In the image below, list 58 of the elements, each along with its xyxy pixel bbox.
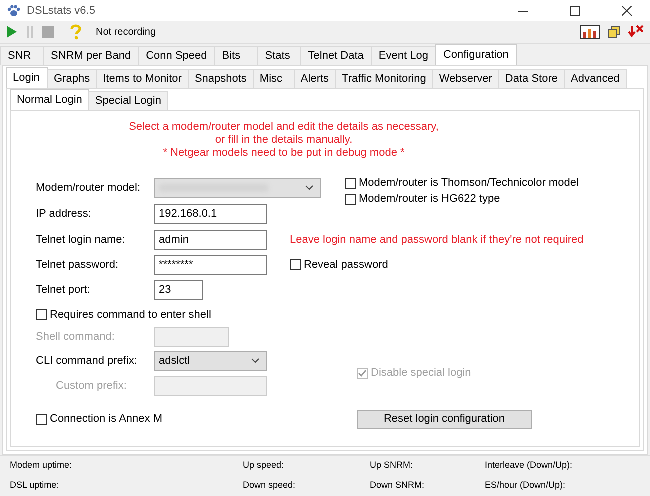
maximize-icon[interactable]	[570, 6, 580, 16]
tab[interactable]: Misc	[252, 69, 295, 88]
close-icon[interactable]	[622, 6, 632, 16]
exit-icon[interactable]	[628, 25, 644, 39]
status-label: Up SNRM:	[370, 460, 414, 472]
instruction-text: or fill in the details manually.	[215, 134, 353, 147]
paw-icon	[7, 4, 21, 16]
tab[interactable]: Configuration	[435, 44, 517, 65]
tab[interactable]: Data Store	[498, 69, 565, 88]
tab[interactable]: Snapshots	[188, 69, 254, 88]
tab[interactable]: Advanced	[564, 69, 627, 88]
chart-icon[interactable]	[580, 25, 600, 39]
field-label: Telnet port:	[36, 284, 92, 296]
model-dropdown[interactable]	[154, 178, 321, 198]
field-label: CLI command prefix:	[36, 354, 138, 366]
status-label: Up speed:	[243, 460, 286, 472]
tab[interactable]: Items to Monitor	[96, 69, 189, 88]
field-label: IP address:	[36, 208, 92, 220]
tab[interactable]: Special Login	[88, 91, 168, 110]
reset-button[interactable]: Reset login configuration	[357, 410, 532, 428]
checkbox[interactable]: Connection is Annex M	[36, 413, 285, 425]
status-label: Modem uptime:	[10, 460, 74, 472]
status-label: Interleave (Down/Up):	[485, 460, 574, 472]
prefix-dropdown[interactable]: adslctl	[154, 350, 267, 370]
instruction-text: * Netgear models need to be put in debug mode *	[163, 147, 405, 160]
field-label: Modem/router model:	[36, 182, 142, 194]
tab[interactable]: SNR	[0, 46, 44, 65]
instruction-text: Select a modem/router model and edit the details as necessary,	[129, 121, 439, 134]
window-title: DSLstats v6.5	[27, 4, 96, 16]
field-label: Telnet login name:	[36, 234, 126, 246]
status-label: ES/hour (Down/Up):	[485, 480, 567, 492]
tab[interactable]: Webserver	[432, 69, 500, 88]
login-name-field[interactable]: admin	[154, 230, 267, 250]
play-icon[interactable]	[6, 25, 18, 39]
recording-status: Not recording	[96, 26, 156, 38]
ip-address-field[interactable]: 192.168.0.1	[154, 204, 267, 224]
check-icon	[358, 368, 367, 378]
password-field[interactable]: ********	[154, 254, 267, 274]
tab[interactable]: Traffic Monitoring	[335, 69, 434, 88]
windows-icon[interactable]	[608, 26, 620, 38]
hint-text: Leave login name and password blank if they're not required	[289, 234, 585, 246]
field-label: Telnet password:	[36, 258, 120, 270]
status-label: DSL uptime:	[10, 480, 60, 492]
tab[interactable]: Normal Login	[10, 89, 90, 110]
field-label: Custom prefix:	[55, 380, 128, 392]
checkbox[interactable]: Reveal password	[285, 258, 639, 270]
checkbox[interactable]: Modem/router is HG622 type	[345, 193, 639, 205]
status-label: Down speed:	[243, 480, 297, 492]
tab[interactable]: Login	[6, 67, 48, 88]
tab[interactable]: Alerts	[294, 69, 336, 88]
chevron-down-icon	[251, 358, 260, 364]
status-label: Down SNRM:	[370, 480, 426, 492]
checkbox[interactable]: Requires command to enter shell	[36, 308, 285, 320]
tab[interactable]: Graphs	[47, 69, 98, 88]
chevron-down-icon	[305, 185, 314, 191]
checkbox[interactable]: Modem/router is Thomson/Technicolor model	[345, 177, 639, 189]
field-label: Shell command:	[36, 331, 116, 343]
port-field[interactable]: 23	[154, 280, 203, 300]
